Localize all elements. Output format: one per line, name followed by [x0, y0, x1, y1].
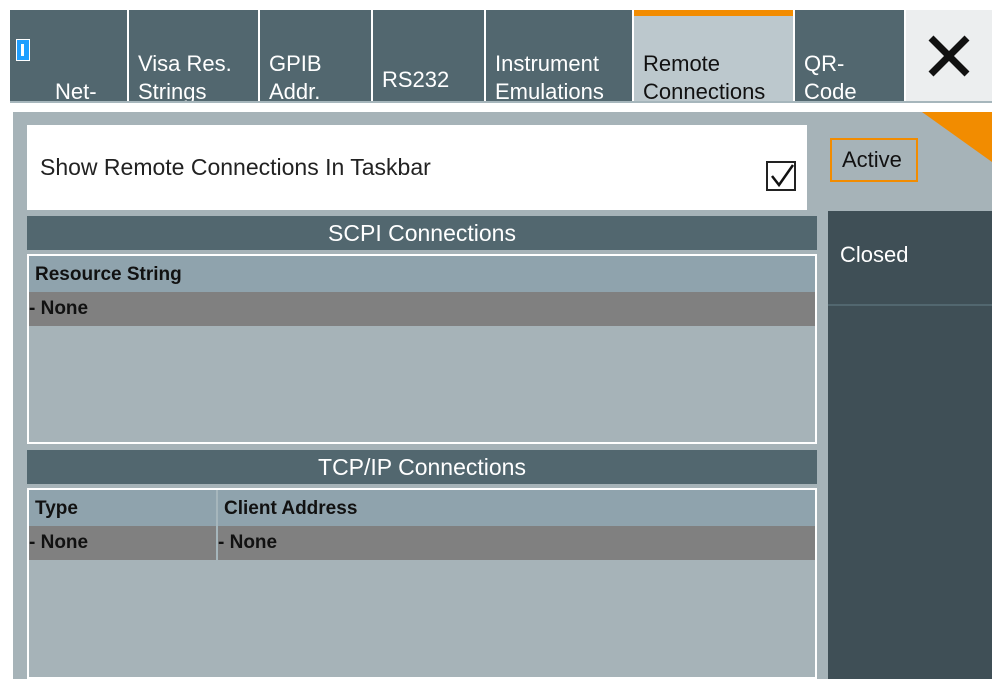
tab-label: Remote Connections	[643, 51, 766, 101]
tcpip-connections-header: TCP/IP Connections	[27, 450, 817, 484]
scpi-connections-table: Resource String - None	[27, 254, 817, 444]
table-row[interactable]: - None	[29, 292, 815, 326]
scpi-connections-header: SCPI Connections	[27, 216, 817, 250]
tcpip-connections-table: Type Client Address - None - None	[27, 488, 817, 679]
sidebar-item-active[interactable]: Active	[828, 112, 992, 211]
tab-remote-connections[interactable]: Remote Connections	[634, 10, 793, 101]
sidebar-divider	[828, 304, 992, 306]
tab-label: Instrument Emulations	[495, 51, 604, 101]
client-address-cell: - None	[216, 526, 277, 560]
tab-qr-code[interactable]: QR- Code	[795, 10, 904, 101]
tab-rs232[interactable]: RS232	[373, 10, 484, 101]
close-button[interactable]	[906, 10, 992, 101]
column-header-resource-string: Resource String	[35, 264, 182, 285]
checkmark-icon	[771, 164, 795, 188]
active-button[interactable]: Active	[830, 138, 918, 182]
tab-gpib-addr[interactable]: GPIB Addr.	[260, 10, 371, 101]
resource-string-cell: - None	[29, 298, 89, 319]
tab-network[interactable]: Net- work	[10, 10, 127, 101]
tab-label: RS232	[382, 67, 450, 92]
table-header: Type Client Address	[29, 488, 815, 526]
table-header: Resource String	[29, 254, 815, 292]
table-row[interactable]: - None - None	[29, 526, 815, 560]
selected-corner-marker	[922, 112, 992, 162]
connection-state-sidebar: Active Closed	[828, 112, 992, 679]
closed-label: Closed	[840, 242, 909, 267]
type-cell: - None	[29, 532, 89, 553]
tab-bar-divider	[10, 101, 992, 103]
sidebar-item-closed[interactable]: Closed	[828, 211, 992, 304]
show-in-taskbar-label: Show Remote Connections In Taskbar	[40, 154, 431, 180]
tab-label: GPIB Addr.	[269, 51, 322, 101]
tab-bar: Net- work Visa Res. Strings GPIB Addr. R…	[10, 10, 992, 103]
show-in-taskbar-checkbox[interactable]	[766, 161, 796, 191]
tab-instrument-emulations[interactable]: Instrument Emulations	[486, 10, 632, 101]
info-icon	[16, 39, 30, 61]
tab-label: Net- work	[55, 79, 97, 101]
show-in-taskbar-row[interactable]: Show Remote Connections In Taskbar	[27, 125, 807, 210]
column-header-client-address: Client Address	[216, 490, 357, 526]
tab-label: QR- Code	[804, 51, 857, 101]
tab-label: Visa Res. Strings	[138, 51, 232, 101]
close-icon	[928, 35, 970, 77]
column-header-type: Type	[35, 498, 78, 519]
tab-visa-res-strings[interactable]: Visa Res. Strings	[129, 10, 258, 101]
